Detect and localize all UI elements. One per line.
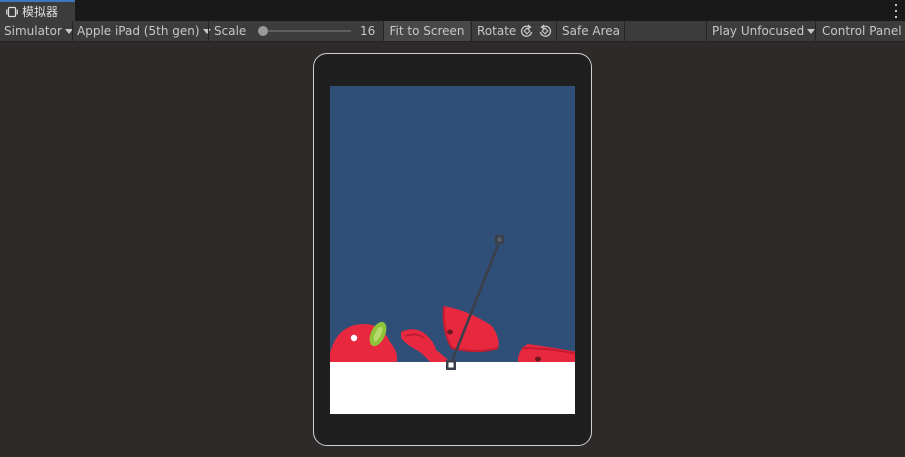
tab-title: 模拟器 <box>22 5 59 19</box>
apple-sprite <box>330 321 398 364</box>
simulator-window: 模拟器 Simulator Apple iPad (5th gen) Scale… <box>0 0 905 457</box>
rotate-right-button[interactable] <box>536 21 554 41</box>
joint-anchor-top[interactable] <box>495 235 504 244</box>
control-panel-label: Control Panel <box>822 24 902 38</box>
toolbar-divider <box>556 21 557 41</box>
toolbar-divider <box>208 21 209 41</box>
scale-label-text: Scale <box>214 24 247 38</box>
fruit-slice-small <box>401 329 450 362</box>
safe-area-label: Safe Area <box>562 24 621 38</box>
fruit-slice-right <box>518 344 575 362</box>
play-mode-dropdown[interactable]: Play Unfocused <box>708 21 819 41</box>
fit-to-screen-button[interactable]: Fit to Screen <box>384 21 470 41</box>
scale-slider-handle[interactable] <box>258 26 268 36</box>
kebab-menu-icon[interactable] <box>893 4 899 18</box>
rotate-label-text: Rotate <box>477 24 517 38</box>
toolbar-divider <box>706 21 707 41</box>
play-mode-label: Play Unfocused <box>712 24 805 38</box>
toolbar-divider <box>815 21 816 41</box>
mode-dropdown-label: Simulator <box>4 24 62 38</box>
rotate-left-icon <box>520 24 533 37</box>
simulator-icon <box>6 6 18 18</box>
scale-label: Scale <box>210 21 250 41</box>
game-scene <box>330 235 575 414</box>
fit-to-screen-label: Fit to Screen <box>389 24 465 38</box>
toolbar-divider <box>471 21 472 41</box>
device-dropdown-label: Apple iPad (5th gen) <box>77 24 200 38</box>
scale-slider-track[interactable] <box>258 30 351 32</box>
rotate-left-button[interactable] <box>518 21 536 41</box>
game-view[interactable] <box>330 86 575 414</box>
rotate-right-icon <box>539 24 552 37</box>
apple-eye <box>350 334 358 342</box>
mode-dropdown[interactable]: Simulator <box>0 21 77 41</box>
toolbar-divider <box>624 21 625 41</box>
joint-anchor-bottom[interactable] <box>446 360 456 370</box>
device-dropdown[interactable]: Apple iPad (5th gen) <box>73 21 215 41</box>
rotate-label: Rotate <box>473 21 520 41</box>
scale-value: 16 <box>356 21 379 41</box>
scale-value-text: 16 <box>360 24 376 38</box>
safe-area-button[interactable]: Safe Area <box>558 21 624 41</box>
tab-bar: 模拟器 <box>0 0 905 22</box>
tab-simulator[interactable]: 模拟器 <box>0 0 75 21</box>
control-panel-button[interactable]: Control Panel <box>818 21 905 41</box>
